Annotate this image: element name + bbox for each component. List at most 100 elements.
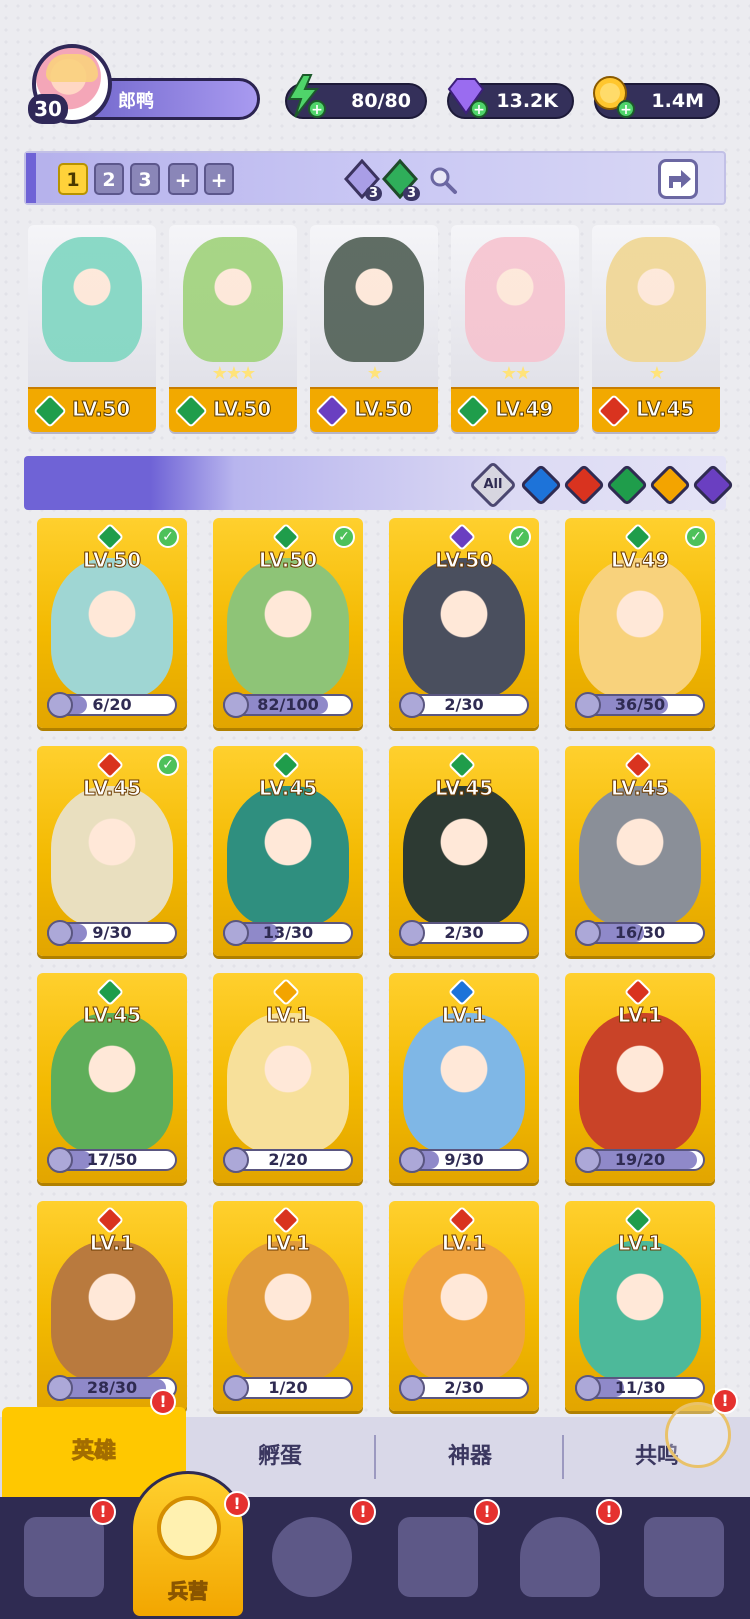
team-hero-card[interactable]: ★★ LV.49 bbox=[451, 225, 579, 432]
hero-card[interactable]: LV.1 2/30 bbox=[389, 1201, 539, 1411]
shard-progress-text: 9/30 bbox=[444, 1150, 484, 1169]
element-icon bbox=[447, 750, 477, 780]
hero-level: LV.1 bbox=[441, 1231, 487, 1256]
add-slot-button[interactable]: + bbox=[168, 163, 198, 195]
hero-card[interactable]: ✓ LV.50 6/20 bbox=[37, 518, 187, 728]
gem-value: 13.2K bbox=[496, 90, 558, 112]
hero-card[interactable]: ✓ LV.45 9/30 bbox=[37, 746, 187, 956]
hero-level: LV.45 bbox=[635, 397, 695, 422]
lightning-plus-icon: + bbox=[287, 74, 326, 118]
nav-castle-icon[interactable] bbox=[398, 1517, 478, 1597]
hero-portrait bbox=[324, 237, 424, 362]
green-crystal-count: 3 bbox=[402, 186, 420, 201]
gold-coin-plus-icon: + bbox=[593, 76, 635, 118]
hero-card[interactable]: ✓ LV.50 82/100 bbox=[213, 518, 363, 728]
hero-portrait bbox=[579, 558, 701, 698]
hero-level: LV.45 bbox=[82, 1003, 142, 1028]
shard-progress-text: 2/20 bbox=[268, 1150, 308, 1169]
nav-shop-icon[interactable] bbox=[644, 1517, 724, 1597]
hero-level: LV.50 bbox=[353, 397, 413, 422]
purple-crystal-icon[interactable]: 3 bbox=[343, 158, 382, 201]
shard-progress-text: 17/50 bbox=[86, 1150, 138, 1169]
green-crystal-icon[interactable]: 3 bbox=[381, 158, 420, 201]
shard-progress-bar: 11/30 bbox=[575, 1375, 705, 1401]
shard-progress-text: 2/30 bbox=[444, 923, 484, 942]
filter-nature-icon[interactable] bbox=[605, 463, 649, 507]
element-icon bbox=[95, 1205, 125, 1235]
add-slot-button[interactable]: + bbox=[204, 163, 234, 195]
deployed-check-icon: ✓ bbox=[685, 526, 707, 548]
hero-stars: ★ bbox=[648, 363, 665, 384]
deployed-check-icon: ✓ bbox=[157, 526, 179, 548]
hero-level: LV.50 bbox=[71, 397, 131, 422]
team-hero-card[interactable]: ★ LV.50 bbox=[310, 225, 438, 432]
team-slot-1[interactable]: 1 bbox=[58, 163, 88, 195]
team-hero-card[interactable]: LV.50 bbox=[28, 225, 156, 432]
hero-card[interactable]: LV.45 2/30 bbox=[389, 746, 539, 956]
hero-stars: ★★ bbox=[500, 363, 531, 384]
shard-progress-bar: 36/50 bbox=[575, 692, 705, 718]
hero-card[interactable]: LV.45 13/30 bbox=[213, 746, 363, 956]
hero-level: LV.49 bbox=[494, 397, 554, 422]
hero-level: LV.1 bbox=[617, 1231, 663, 1256]
hero-portrait bbox=[227, 1241, 349, 1381]
hero-portrait bbox=[51, 558, 173, 698]
nav-map-icon[interactable] bbox=[272, 1517, 352, 1597]
hero-level: LV.50 bbox=[434, 548, 494, 573]
hero-portrait bbox=[42, 237, 142, 362]
top-status-bar: 郎鸭 30 + 80/80 + 13.2K + 1.4M bbox=[0, 38, 750, 128]
hero-card[interactable]: LV.1 9/30 bbox=[389, 973, 539, 1183]
notification-badge: ! bbox=[596, 1499, 622, 1525]
hero-card[interactable]: LV.45 16/30 bbox=[565, 746, 715, 956]
gold-value: 1.4M bbox=[651, 90, 704, 112]
filter-all-button[interactable]: All bbox=[468, 460, 518, 510]
hero-card[interactable]: LV.1 28/30 bbox=[37, 1201, 187, 1411]
shard-progress-bar: 2/30 bbox=[399, 692, 529, 718]
element-icon bbox=[271, 1205, 301, 1235]
magnifier-icon[interactable] bbox=[428, 165, 458, 195]
hero-card[interactable]: LV.1 2/20 bbox=[213, 973, 363, 1183]
shard-progress-bar: 82/100 bbox=[223, 692, 353, 718]
element-icon bbox=[95, 750, 125, 780]
hero-level-bar: LV.49 bbox=[451, 387, 579, 432]
team-slot-2[interactable]: 2 bbox=[94, 163, 124, 195]
hero-card[interactable]: LV.1 11/30 bbox=[565, 1201, 715, 1411]
shard-progress-bar: 9/30 bbox=[47, 920, 177, 946]
barracks-emblem-icon bbox=[157, 1496, 221, 1560]
nav-guild-icon[interactable] bbox=[520, 1517, 600, 1597]
team-hero-card[interactable]: ★ LV.45 bbox=[592, 225, 720, 432]
energy-value: 80/80 bbox=[351, 90, 411, 112]
hero-card[interactable]: LV.45 17/50 bbox=[37, 973, 187, 1183]
tab-artifacts[interactable]: 神器 bbox=[376, 1417, 564, 1497]
filter-light-icon[interactable] bbox=[648, 463, 692, 507]
element-icon bbox=[271, 522, 301, 552]
hero-portrait bbox=[227, 786, 349, 926]
energy-counter[interactable]: + 80/80 bbox=[285, 74, 427, 119]
hero-level: LV.50 bbox=[82, 548, 142, 573]
team-hero-card[interactable]: ★★★ LV.50 bbox=[169, 225, 297, 432]
hero-card[interactable]: ✓ LV.50 2/30 bbox=[389, 518, 539, 728]
hero-level-bar: LV.50 bbox=[28, 387, 156, 432]
shard-progress-bar: 19/20 bbox=[575, 1147, 705, 1173]
filter-water-icon[interactable] bbox=[519, 463, 563, 507]
hero-card[interactable]: ✓ LV.49 36/50 bbox=[565, 518, 715, 728]
filter-fire-icon[interactable] bbox=[562, 463, 606, 507]
hero-level-bar: LV.50 bbox=[310, 387, 438, 432]
element-icon bbox=[623, 1205, 653, 1235]
notification-badge: ! bbox=[150, 1389, 176, 1415]
svg-text:+: + bbox=[620, 102, 632, 118]
gem-counter[interactable]: + 13.2K bbox=[447, 78, 574, 119]
element-icon bbox=[597, 394, 631, 428]
hero-level: LV.45 bbox=[82, 776, 142, 801]
share-icon[interactable] bbox=[658, 159, 698, 199]
hero-card[interactable]: LV.1 19/20 bbox=[565, 973, 715, 1183]
hero-portrait bbox=[579, 786, 701, 926]
hero-level: LV.50 bbox=[212, 397, 272, 422]
nav-cards-icon[interactable] bbox=[24, 1517, 104, 1597]
gold-counter[interactable]: + 1.4M bbox=[593, 76, 720, 119]
hero-subtabs: 英雄 ! 孵蛋 神器 共鸣 bbox=[0, 1389, 750, 1497]
team-slot-3[interactable]: 3 bbox=[130, 163, 160, 195]
hero-card[interactable]: LV.1 1/20 bbox=[213, 1201, 363, 1411]
element-icon bbox=[95, 977, 125, 1007]
hero-level: LV.45 bbox=[434, 776, 494, 801]
